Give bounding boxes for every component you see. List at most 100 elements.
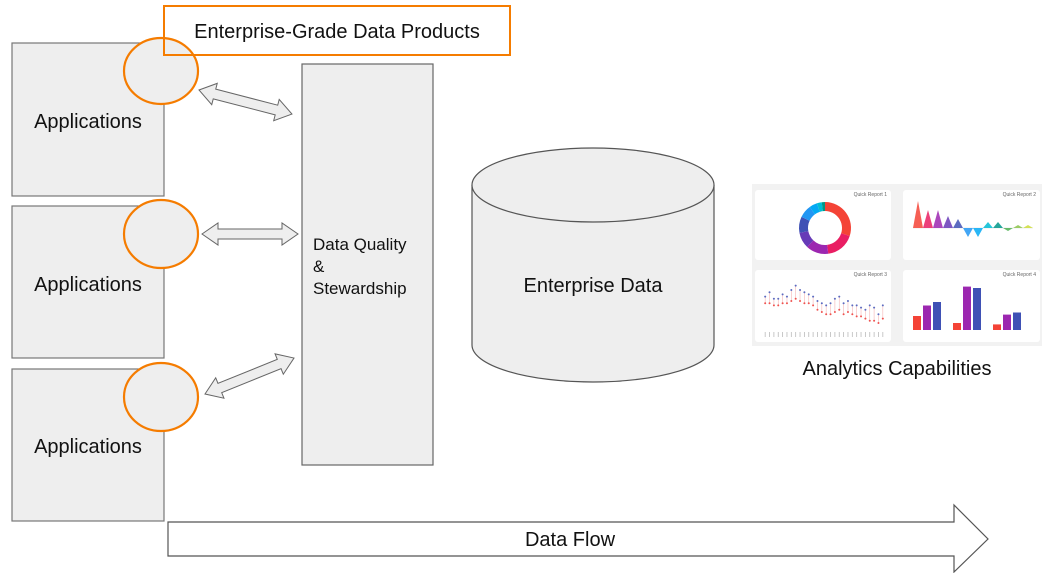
quick-report-3: Quick Report 3: [755, 270, 891, 342]
quick-report-4: Quick Report 4: [903, 270, 1040, 342]
application-label: Applications: [34, 274, 142, 296]
enterprise-data-label: Enterprise Data: [524, 275, 664, 297]
dumbbell-tick: [860, 332, 862, 337]
bar-mark: [993, 324, 1001, 330]
enterprise-grade-title-box: Enterprise-Grade Data Products: [163, 5, 511, 56]
dumbbell-high-point: [829, 302, 832, 305]
bar-mark: [1003, 314, 1011, 330]
dumbbell-low-point: [864, 317, 867, 320]
dumbbell-high-point: [873, 306, 876, 309]
peak-mark: [973, 228, 983, 237]
quick-report-1: Quick Report 1: [755, 190, 891, 260]
dumbbell-tick: [773, 332, 775, 337]
data-flow-arrow: Data Flow: [167, 503, 989, 573]
data-flow-label: Data Flow: [525, 529, 616, 551]
dumbbell-low-point: [833, 311, 836, 313]
analytics-caption: Analytics Capabilities: [802, 358, 992, 380]
dumbbell-high-point: [764, 295, 767, 298]
dumbbell-high-point: [868, 304, 871, 307]
dumbbell-low-point: [842, 313, 845, 316]
dumbbell-low-point: [772, 304, 775, 307]
dumbbell-low-point: [829, 313, 832, 316]
dumbbell-low-point: [825, 313, 828, 316]
bar-mark: [953, 323, 961, 330]
bar-mark: [933, 302, 941, 330]
peak-mark: [943, 216, 953, 228]
dumbbell-low-point: [868, 319, 871, 322]
dumbbell-high-point: [864, 308, 867, 311]
peak-mark: [913, 201, 923, 228]
dumbbell-low-point: [860, 315, 863, 318]
dumbbell-high-point: [825, 304, 828, 307]
double-arrow-3: [204, 353, 295, 399]
data-quality-line-3: Stewardship: [313, 279, 407, 298]
bar-chart: [913, 286, 1021, 330]
dumbbell-low-point: [807, 302, 810, 305]
bar-mark: [963, 286, 971, 330]
application-label: Applications: [34, 111, 142, 133]
dumbbell-high-point: [833, 297, 836, 300]
dumbbell-high-point: [855, 304, 858, 307]
dumbbell-tick: [817, 332, 818, 337]
dumbbell-tick: [873, 332, 875, 337]
dumbbell-high-point: [820, 302, 823, 305]
dumbbell-low-point: [877, 322, 880, 324]
dumbbell-high-point: [851, 304, 854, 307]
data-quality-line-2: &: [313, 257, 325, 276]
donut-chart: [799, 202, 851, 254]
dumbbell-tick: [782, 332, 784, 337]
dumbbell-low-point: [846, 311, 849, 313]
dumbbell-high-point: [812, 295, 815, 298]
dumbbell-tick: [878, 332, 879, 337]
peak-area-chart: [913, 201, 1033, 237]
dumbbell-tick: [838, 332, 840, 337]
peak-mark: [953, 219, 963, 228]
dumbbell-tick: [795, 332, 797, 337]
peak-mark: [993, 222, 1003, 228]
dumbbell-low-point: [812, 304, 815, 307]
dumbbell-tick: [843, 332, 845, 337]
dumbbell-tick: [856, 332, 858, 337]
dumbbell-high-point: [768, 291, 771, 294]
dumbbell-low-point: [851, 313, 854, 316]
dumbbell-tick: [790, 332, 792, 337]
dumbbell-tick: [786, 332, 788, 337]
dumbbell-tick: [812, 332, 814, 337]
dumbbell-tick: [777, 332, 779, 337]
dumbbell-low-point: [785, 302, 788, 305]
dumbbell-high-point: [799, 289, 802, 291]
bar-mark: [923, 305, 931, 330]
dumbbell-tick: [864, 332, 866, 337]
dumbbell-high-point: [781, 293, 784, 296]
dumbbell-tick: [799, 332, 801, 337]
dumbbell-low-point: [764, 302, 767, 305]
peak-mark: [983, 222, 993, 228]
dumbbell-low-point: [838, 308, 841, 311]
dumbbell-tick: [830, 332, 831, 337]
peak-mark: [1013, 225, 1023, 228]
dumbbell-high-point: [846, 300, 849, 302]
dumbbell-chart: [764, 284, 884, 337]
dumbbell-low-point: [790, 300, 793, 302]
dumbbell-low-point: [855, 315, 858, 318]
dumbbell-low-point: [820, 311, 823, 313]
dumbbell-high-point: [785, 295, 788, 298]
dumbbell-low-point: [881, 317, 884, 320]
data-product-circle-2: [122, 198, 200, 270]
dumbbell-low-point: [816, 308, 819, 311]
data-product-circle-1: [122, 36, 200, 106]
peak-mark: [923, 210, 933, 228]
dumbbell-low-point: [768, 302, 771, 305]
dumbbell-high-point: [807, 293, 810, 296]
dumbbell-high-point: [881, 304, 884, 307]
dumbbell-high-point: [838, 295, 841, 298]
dumbbell-high-point: [877, 313, 880, 316]
dumbbell-tick: [869, 332, 871, 337]
dumbbell-tick: [764, 332, 766, 337]
dumbbell-high-point: [790, 289, 793, 291]
dumbbell-high-point: [816, 300, 819, 302]
bar-mark: [913, 316, 921, 330]
dumbbell-tick: [834, 332, 836, 337]
data-quality-box: Data Quality & Stewardship: [301, 63, 434, 466]
dumbbell-tick: [821, 332, 823, 337]
